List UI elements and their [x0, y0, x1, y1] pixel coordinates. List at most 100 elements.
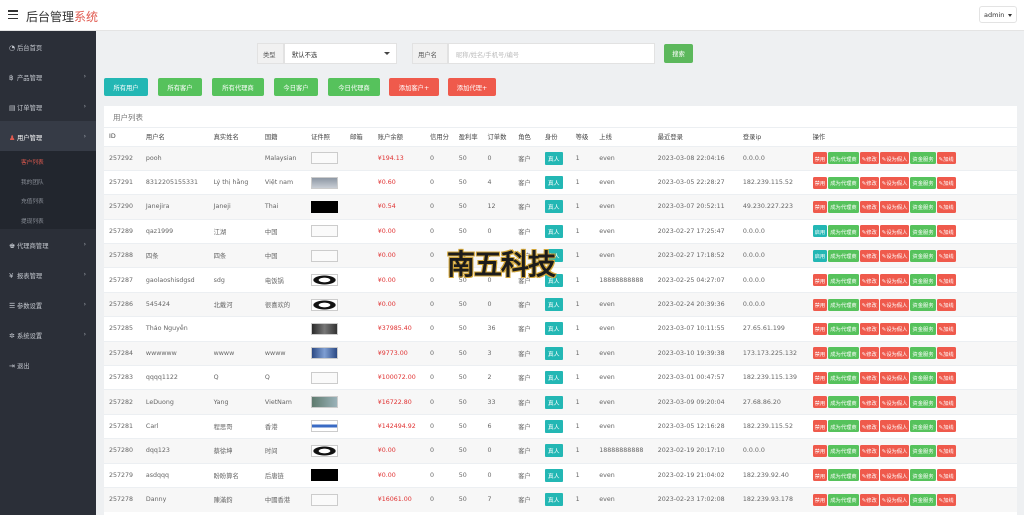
set-fake-button[interactable]: ✎设为假人	[879, 298, 910, 311]
make-agent-button[interactable]: 成为代理商	[828, 200, 859, 213]
make-agent-button[interactable]: 成为代理商	[828, 322, 859, 335]
add-line-button[interactable]: ✎加线	[936, 347, 956, 360]
add-line-button[interactable]: ✎加线	[936, 371, 956, 384]
add-line-button[interactable]: ✎加线	[936, 274, 956, 287]
funds-service-button[interactable]: 资金服务	[910, 225, 936, 238]
filter-button[interactable]: 今日客户	[274, 78, 318, 96]
add-line-button[interactable]: ✎加线	[936, 249, 956, 262]
id-photo-image[interactable]	[311, 396, 339, 409]
set-fake-button[interactable]: ✎设为假人	[879, 200, 910, 213]
id-photo-image[interactable]	[311, 152, 339, 165]
funds-service-button[interactable]: 资金服务	[910, 298, 936, 311]
set-fake-button[interactable]: ✎设为假人	[879, 396, 910, 409]
set-fake-button[interactable]: ✎设为假人	[879, 249, 910, 262]
funds-service-button[interactable]: 资金服务	[910, 200, 936, 213]
make-agent-button[interactable]: 成为代理商	[828, 444, 859, 457]
disable-button[interactable]: 禁用	[812, 298, 828, 311]
make-agent-button[interactable]: 成为代理商	[828, 420, 859, 433]
funds-service-button[interactable]: 资金服务	[910, 249, 936, 262]
add-line-button[interactable]: ✎加线	[936, 396, 956, 409]
username-search-input[interactable]: 昵称/姓名/手机号/编号	[448, 43, 655, 64]
edit-button[interactable]: ✎修改	[859, 298, 879, 311]
type-select[interactable]: 默认不选	[284, 43, 397, 64]
add-line-button[interactable]: ✎加线	[936, 152, 956, 165]
edit-button[interactable]: ✎修改	[859, 371, 879, 384]
make-agent-button[interactable]: 成为代理商	[828, 249, 859, 262]
id-photo-image[interactable]	[311, 347, 339, 360]
add-line-button[interactable]: ✎加线	[936, 444, 956, 457]
make-agent-button[interactable]: 成为代理商	[828, 493, 859, 506]
sidebar-item-5[interactable]: ¥ 报表管理 ›	[0, 259, 96, 289]
edit-button[interactable]: ✎修改	[859, 274, 879, 287]
id-photo-image[interactable]	[311, 322, 339, 335]
id-photo-image[interactable]	[311, 225, 339, 238]
id-photo-image[interactable]	[311, 469, 339, 482]
disable-button[interactable]: 禁用	[812, 396, 828, 409]
disable-button[interactable]: 禁用	[812, 200, 828, 213]
set-fake-button[interactable]: ✎设为假人	[879, 347, 910, 360]
edit-button[interactable]: ✎修改	[859, 200, 879, 213]
set-fake-button[interactable]: ✎设为假人	[879, 444, 910, 457]
add-line-button[interactable]: ✎加线	[936, 200, 956, 213]
filter-button[interactable]: 所有代理商	[212, 78, 264, 96]
sidebar-item-0[interactable]: ◔ 后台首页	[0, 31, 96, 61]
filter-button[interactable]: 添加客户+	[389, 78, 439, 96]
funds-service-button[interactable]: 资金服务	[910, 322, 936, 335]
edit-button[interactable]: ✎修改	[859, 420, 879, 433]
make-agent-button[interactable]: 成为代理商	[828, 396, 859, 409]
funds-service-button[interactable]: 资金服务	[910, 469, 936, 482]
funds-service-button[interactable]: 资金服务	[910, 420, 936, 433]
sidebar-subitem[interactable]: 提现列表	[0, 210, 96, 230]
set-fake-button[interactable]: ✎设为假人	[879, 493, 910, 506]
make-agent-button[interactable]: 成为代理商	[828, 371, 859, 384]
edit-button[interactable]: ✎修改	[859, 249, 879, 262]
id-photo-image[interactable]	[311, 420, 339, 433]
id-photo-image[interactable]	[311, 444, 339, 457]
id-photo-image[interactable]	[311, 493, 339, 506]
funds-service-button[interactable]: 资金服务	[910, 396, 936, 409]
edit-button[interactable]: ✎修改	[859, 396, 879, 409]
funds-service-button[interactable]: 资金服务	[910, 444, 936, 457]
disable-button[interactable]: 禁用	[812, 176, 828, 189]
set-fake-button[interactable]: ✎设为假人	[879, 420, 910, 433]
sidebar-item-1[interactable]: ฿产品管理 ›	[0, 61, 96, 91]
edit-button[interactable]: ✎修改	[859, 493, 879, 506]
id-photo-image[interactable]	[311, 176, 339, 189]
edit-button[interactable]: ✎修改	[859, 347, 879, 360]
sidebar-item-6[interactable]: ☰ 参数设置 ›	[0, 289, 96, 319]
make-agent-button[interactable]: 成为代理商	[828, 347, 859, 360]
add-line-button[interactable]: ✎加线	[936, 298, 956, 311]
make-agent-button[interactable]: 成为代理商	[828, 176, 859, 189]
set-fake-button[interactable]: ✎设为假人	[879, 469, 910, 482]
disable-button[interactable]: 禁用	[812, 493, 828, 506]
edit-button[interactable]: ✎修改	[859, 176, 879, 189]
disable-button[interactable]: 禁用	[812, 469, 828, 482]
sidebar-subitem[interactable]: 我的团队	[0, 171, 96, 191]
user-dropdown[interactable]: admin	[979, 6, 1017, 23]
filter-button[interactable]: 添加代理+	[448, 78, 496, 96]
sidebar-item-4[interactable]: ♚ 代理商管理 ›	[0, 229, 96, 259]
sidebar-item-3[interactable]: ♟ 用户管理 ›	[0, 121, 96, 151]
id-photo-image[interactable]	[311, 249, 339, 262]
sidebar-subitem[interactable]: 客户列表	[0, 151, 96, 171]
add-line-button[interactable]: ✎加线	[936, 225, 956, 238]
make-agent-button[interactable]: 成为代理商	[828, 298, 859, 311]
edit-button[interactable]: ✎修改	[859, 152, 879, 165]
add-line-button[interactable]: ✎加线	[936, 469, 956, 482]
add-line-button[interactable]: ✎加线	[936, 322, 956, 335]
funds-service-button[interactable]: 资金服务	[910, 152, 936, 165]
make-agent-button[interactable]: 成为代理商	[828, 469, 859, 482]
id-photo-image[interactable]	[311, 274, 339, 287]
funds-service-button[interactable]: 资金服务	[910, 176, 936, 189]
make-agent-button[interactable]: 成为代理商	[828, 152, 859, 165]
filter-button[interactable]: 所有客户	[158, 78, 202, 96]
make-agent-button[interactable]: 成为代理商	[828, 274, 859, 287]
disable-button[interactable]: 禁用	[812, 420, 828, 433]
set-fake-button[interactable]: ✎设为假人	[879, 225, 910, 238]
filter-button[interactable]: 所有用户	[104, 78, 148, 96]
add-line-button[interactable]: ✎加线	[936, 420, 956, 433]
add-line-button[interactable]: ✎加线	[936, 176, 956, 189]
hamburger-menu-icon[interactable]	[8, 10, 18, 20]
funds-service-button[interactable]: 资金服务	[910, 371, 936, 384]
funds-service-button[interactable]: 资金服务	[910, 493, 936, 506]
